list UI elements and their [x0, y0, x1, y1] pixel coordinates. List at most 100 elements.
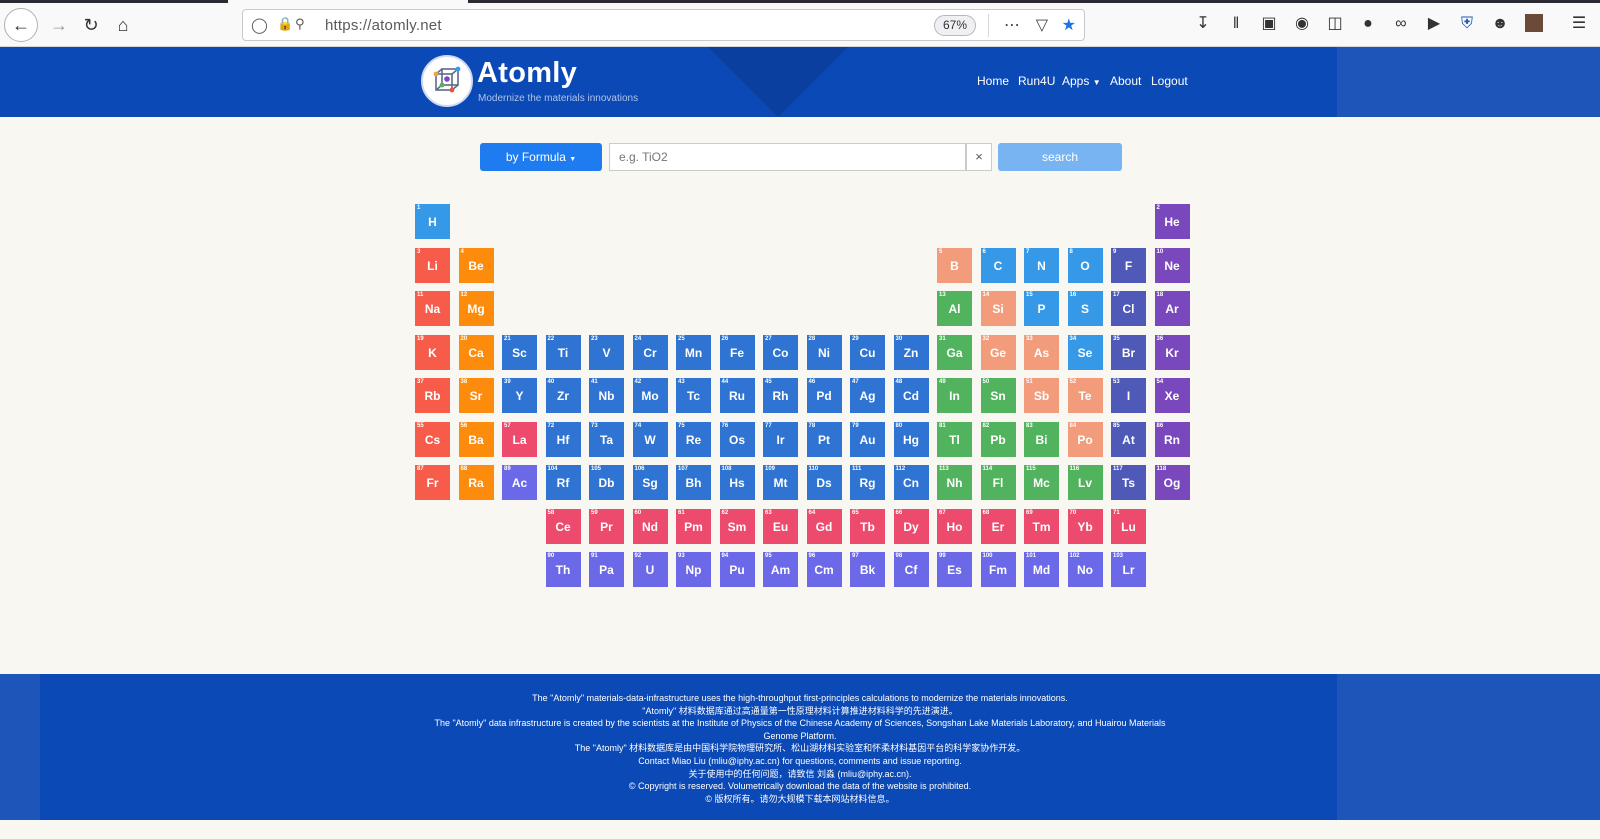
url-text[interactable]: https://atomly.net [325, 17, 442, 34]
element-tile-nb[interactable]: 41 Nb [589, 378, 624, 413]
element-tile-ca[interactable]: 20 Ca [458, 334, 494, 370]
element-tile-sm[interactable]: 62 Sm [719, 508, 755, 544]
element-tile-mg[interactable]: 12 Mg [458, 291, 494, 326]
element-tile-ce[interactable]: 58 Ce [545, 508, 581, 544]
element-tile-zr[interactable]: 40 Zr [545, 378, 581, 413]
element-tile-ho[interactable]: 67 Ho [937, 508, 972, 544]
element-tile-h[interactable]: 1H [415, 204, 450, 239]
logo-icon[interactable] [421, 55, 473, 107]
element-tile-lv[interactable]: 116 Lv [1067, 465, 1103, 500]
element-tile-kr[interactable]: 36 Kr [1154, 334, 1190, 370]
element-tile-he[interactable]: 2 He [1154, 204, 1190, 239]
element-tile-cn[interactable]: 112 Cn [893, 465, 929, 500]
element-tile-dy[interactable]: 66 Dy [893, 508, 929, 544]
element-tile-th[interactable]: 90 Th [545, 552, 581, 587]
element-tile-ni[interactable]: 28 Ni [806, 334, 842, 370]
site-title[interactable]: Atomly [477, 57, 577, 90]
element-tile-am[interactable]: 95 Am [763, 552, 798, 587]
element-tile-yb[interactable]: 70 Yb [1067, 508, 1103, 544]
element-tile-cs[interactable]: 55 Cs [415, 421, 450, 457]
zoom-indicator[interactable]: 67% [933, 15, 976, 36]
element-tile-bh[interactable]: 107 Bh [676, 465, 711, 500]
url-bar[interactable]: ◯ 🔒 ⚲ https://atomly.net 67% ⋯ ▽ ★ [242, 9, 1085, 41]
element-tile-rb[interactable]: 37 Rb [415, 378, 450, 413]
lock-icon[interactable]: 🔒 [277, 16, 293, 32]
element-tile-te[interactable]: 52 Te [1067, 378, 1103, 413]
element-tile-rf[interactable]: 104 Rf [545, 465, 581, 500]
element-tile-cu[interactable]: 29 Cu [850, 334, 885, 370]
more-icon[interactable]: ⋯ [1004, 15, 1020, 35]
element-tile-ru[interactable]: 44 Ru [719, 378, 755, 413]
element-tile-f[interactable]: 9F [1111, 247, 1146, 283]
nav-logout[interactable]: Logout [1151, 74, 1188, 88]
element-tile-mt[interactable]: 109 Mt [763, 465, 798, 500]
element-tile-ar[interactable]: 18 Ar [1154, 291, 1190, 326]
element-tile-sn[interactable]: 50 Sn [980, 378, 1016, 413]
element-tile-be[interactable]: 4 Be [458, 247, 494, 283]
element-tile-ac[interactable]: 89 Ac [502, 465, 537, 500]
element-tile-al[interactable]: 13 Al [937, 291, 972, 326]
element-tile-ir[interactable]: 77 Ir [763, 421, 798, 457]
element-tile-hg[interactable]: 80 Hg [893, 421, 929, 457]
element-tile-c[interactable]: 6C [980, 247, 1016, 283]
back-icon[interactable]: ← [4, 8, 38, 42]
element-tile-k[interactable]: 19 K [415, 334, 450, 370]
element-tile-md[interactable]: 101 Md [1024, 552, 1059, 587]
element-tile-sg[interactable]: 106 Sg [632, 465, 668, 500]
element-tile-tm[interactable]: 69 Tm [1024, 508, 1059, 544]
element-tile-pd[interactable]: 46 Pd [806, 378, 842, 413]
element-tile-xe[interactable]: 54 Xe [1154, 378, 1190, 413]
element-tile-lu[interactable]: 71 Lu [1111, 508, 1146, 544]
search-mode-dropdown[interactable]: by Formula ▼ [480, 143, 602, 171]
element-tile-fr[interactable]: 87 Fr [415, 465, 450, 500]
element-tile-ne[interactable]: 10 Ne [1154, 247, 1190, 283]
element-tile-re[interactable]: 75 Re [676, 421, 711, 457]
element-tile-y[interactable]: 39 Y [502, 378, 537, 413]
element-tile-er[interactable]: 68 Er [980, 508, 1016, 544]
element-tile-n[interactable]: 7N [1024, 247, 1059, 283]
element-tile-sb[interactable]: 51 Sb [1024, 378, 1059, 413]
extension-icon[interactable]: ● [1357, 14, 1379, 34]
account-icon[interactable]: ☻ [1489, 14, 1511, 34]
ublock-icon[interactable]: ⛨ [1456, 14, 1478, 34]
element-tile-pa[interactable]: 91 Pa [589, 552, 624, 587]
nav-run4u[interactable]: Run4U [1018, 74, 1055, 88]
element-tile-ts[interactable]: 117 Ts [1111, 465, 1146, 500]
menu-icon[interactable]: ☰ [1568, 14, 1590, 34]
element-tile-o[interactable]: 8O [1067, 247, 1103, 283]
element-tile-ds[interactable]: 110 Ds [806, 465, 842, 500]
element-tile-ba[interactable]: 56 Ba [458, 421, 494, 457]
element-tile-as[interactable]: 33 As [1024, 334, 1059, 370]
element-tile-tb[interactable]: 65 Tb [850, 508, 885, 544]
star-icon[interactable]: ★ [1062, 15, 1076, 35]
clear-button[interactable]: × [966, 143, 992, 171]
element-tile-bi[interactable]: 83 Bi [1024, 421, 1059, 457]
containers-icon[interactable]: ▣ [1258, 14, 1280, 34]
element-tile-np[interactable]: 93 Np [676, 552, 711, 587]
element-tile-b[interactable]: 5B [937, 247, 972, 283]
element-tile-os[interactable]: 76 Os [719, 421, 755, 457]
element-tile-bk[interactable]: 97 Bk [850, 552, 885, 587]
element-tile-cf[interactable]: 98 Cf [893, 552, 929, 587]
sidebar-icon[interactable]: ◫ [1324, 14, 1346, 34]
element-tile-v[interactable]: 23 V [589, 334, 624, 370]
element-tile-w[interactable]: 74 W [632, 421, 668, 457]
element-tile-hs[interactable]: 108 Hs [719, 465, 755, 500]
element-tile-u[interactable]: 92 U [632, 552, 668, 587]
element-tile-hf[interactable]: 72 Hf [545, 421, 581, 457]
element-tile-zn[interactable]: 30 Zn [893, 334, 929, 370]
element-tile-po[interactable]: 84 Po [1067, 421, 1103, 457]
element-tile-og[interactable]: 118 Og [1154, 465, 1190, 500]
element-tile-se[interactable]: 34 Se [1067, 334, 1103, 370]
element-tile-tc[interactable]: 43 Tc [676, 378, 711, 413]
element-tile-eu[interactable]: 63 Eu [763, 508, 798, 544]
forward-icon[interactable]: → [42, 8, 76, 42]
element-tile-br[interactable]: 35 Br [1111, 334, 1146, 370]
element-tile-nh[interactable]: 113 Nh [937, 465, 972, 500]
active-tab[interactable] [228, 0, 468, 3]
element-tile-es[interactable]: 99 Es [937, 552, 972, 587]
nav-home[interactable]: Home [977, 74, 1009, 88]
element-tile-at[interactable]: 85 At [1111, 421, 1146, 457]
element-tile-p[interactable]: 15 P [1024, 291, 1059, 326]
element-tile-rh[interactable]: 45 Rh [763, 378, 798, 413]
